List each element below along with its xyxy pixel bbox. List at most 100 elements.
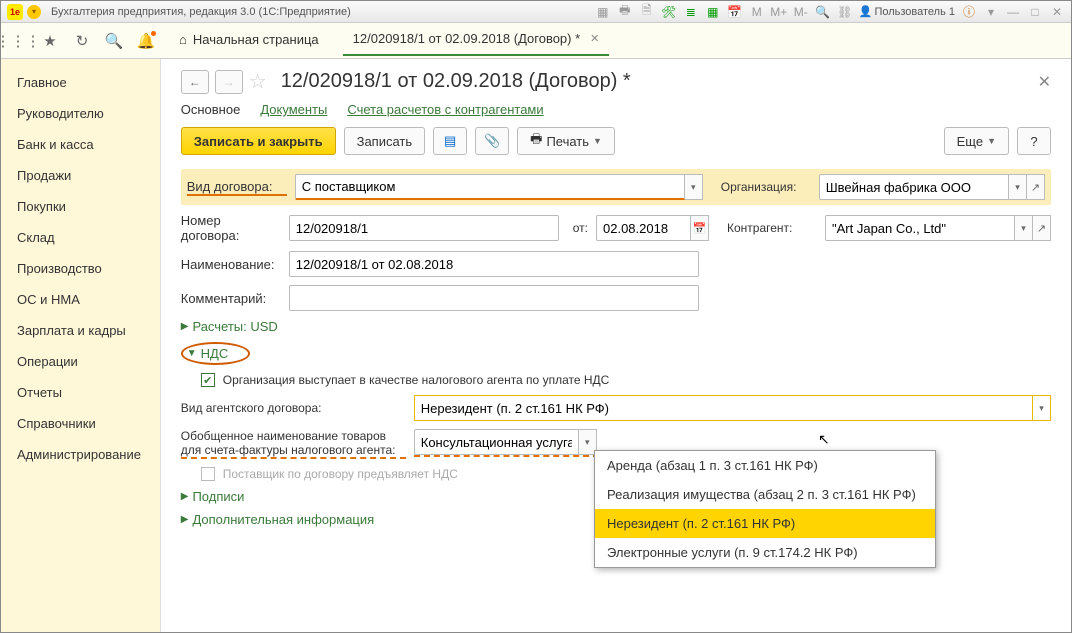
sidebar-item-main[interactable]: Главное	[1, 67, 160, 98]
subtab-accounts[interactable]: Счета расчетов с контрагентами	[347, 102, 543, 117]
info-icon[interactable]: ⓘ	[961, 4, 977, 20]
org-input[interactable]	[819, 174, 1009, 200]
agent-type-dropdown: Аренда (абзац 1 п. 3 ст.161 НК РФ) Реали…	[594, 450, 936, 568]
tab-home[interactable]: ⌂ Начальная страница	[169, 26, 329, 55]
calculator-icon[interactable]: ▦	[705, 4, 721, 20]
agent-type-drop[interactable]: ▾	[1032, 396, 1050, 420]
subtab-main[interactable]: Основное	[181, 102, 241, 117]
sidebar-item-operations[interactable]: Операции	[1, 346, 160, 377]
sidebar-item-production[interactable]: Производство	[1, 253, 160, 284]
goods-input[interactable]	[414, 429, 579, 455]
print-button[interactable]: 🖶Печать▼	[517, 127, 615, 155]
sidebar: Главное Руководителю Банк и касса Продаж…	[1, 59, 161, 632]
supplier-nds-checkbox[interactable]: ✔	[201, 467, 215, 481]
goods-label-2: для счета-фактуры налогового агента:	[181, 443, 406, 459]
dropdown-item-eservices[interactable]: Электронные услуги (п. 9 ст.174.2 НК РФ)	[595, 538, 935, 567]
help-button[interactable]: ?	[1017, 127, 1051, 155]
home-icon: ⌂	[179, 32, 187, 47]
sidebar-item-hr[interactable]: Зарплата и кадры	[1, 315, 160, 346]
m-icon[interactable]: M	[749, 4, 765, 20]
form-icon: ▤	[444, 133, 456, 149]
tab-document-label: 12/020918/1 от 02.09.2018 (Договор) *	[353, 31, 581, 46]
dropdown-icon[interactable]: ▾	[983, 4, 999, 20]
close-icon[interactable]: ✕	[1049, 4, 1065, 20]
name-input[interactable]	[289, 251, 699, 277]
star-icon[interactable]: ★	[41, 32, 59, 50]
counter-open[interactable]: ↗	[1033, 215, 1051, 241]
from-date-input[interactable]	[596, 215, 691, 241]
link-icon[interactable]: ⛓	[837, 4, 853, 20]
subtab-docs[interactable]: Документы	[260, 102, 327, 117]
titlebar: 1e ▾ Бухгалтерия предприятия, редакция 3…	[1, 1, 1071, 23]
sidebar-item-sales[interactable]: Продажи	[1, 160, 160, 191]
contract-type-input[interactable]	[295, 174, 685, 200]
tab-home-label: Начальная страница	[193, 32, 319, 47]
m-plus-icon[interactable]: M+	[771, 4, 787, 20]
sidebar-item-reports[interactable]: Отчеты	[1, 377, 160, 408]
panel-icon[interactable]: ▦	[595, 4, 611, 20]
sidebar-item-purchases[interactable]: Покупки	[1, 191, 160, 222]
back-button[interactable]: ←	[181, 70, 209, 94]
app-menu-dropdown[interactable]: ▾	[27, 5, 41, 19]
user-icon: 👤	[859, 5, 873, 18]
agent-type-label: Вид агентского договора:	[181, 401, 406, 415]
num-input[interactable]	[289, 215, 559, 241]
name-label: Наименование:	[181, 257, 281, 272]
supplier-nds-label: Поставщик по договору предъявляет НДС	[223, 467, 458, 481]
sidebar-item-admin[interactable]: Администрирование	[1, 439, 160, 470]
favorite-star[interactable]: ☆	[249, 69, 267, 94]
user-menu[interactable]: 👤 Пользователь 1	[859, 5, 955, 18]
nds-agent-checkbox[interactable]: ✔	[201, 373, 215, 387]
sidebar-item-refs[interactable]: Справочники	[1, 408, 160, 439]
attach-button[interactable]: 📎	[475, 127, 509, 155]
print-icon[interactable]: 🖶	[617, 4, 633, 20]
contract-type-drop[interactable]: ▾	[685, 174, 703, 200]
bell-icon[interactable]: 🔔	[137, 32, 155, 50]
history-icon[interactable]: ↻	[73, 32, 91, 50]
document-title: 12/020918/1 от 02.09.2018 (Договор) *	[281, 70, 631, 93]
tools-icon[interactable]: 🛠	[661, 4, 677, 20]
calendar-icon[interactable]: 📅	[727, 4, 743, 20]
calc-expand[interactable]: ▶Расчеты: USD	[181, 319, 1051, 334]
org-open[interactable]: ↗	[1027, 174, 1045, 200]
sidebar-item-manager[interactable]: Руководителю	[1, 98, 160, 129]
org-label: Организация:	[721, 180, 811, 194]
comment-label: Комментарий:	[181, 291, 281, 306]
sidebar-item-bank[interactable]: Банк и касса	[1, 129, 160, 160]
write-close-button[interactable]: Записать и закрыть	[181, 127, 336, 155]
comment-input[interactable]	[289, 285, 699, 311]
document-icon[interactable]: 🗎	[639, 4, 655, 20]
zoom-icon[interactable]: 🔍	[815, 4, 831, 20]
clip-icon: 📎	[484, 133, 500, 149]
calendar-button[interactable]: 📅	[691, 215, 709, 241]
nds-expand[interactable]: ▼НДС	[187, 346, 229, 361]
logo-1c: 1e	[7, 4, 23, 20]
goods-label-1: Обобщенное наименование товаров	[181, 429, 406, 443]
dropdown-item-realization[interactable]: Реализация имущества (абзац 2 п. 3 ст.16…	[595, 480, 935, 509]
counter-input[interactable]	[825, 215, 1015, 241]
close-document[interactable]: ✕	[1038, 72, 1051, 92]
counter-label: Контрагент:	[727, 221, 817, 235]
app-title: Бухгалтерия предприятия, редакция 3.0 (1…	[51, 6, 351, 18]
maximize-icon[interactable]: □	[1027, 4, 1043, 20]
more-button[interactable]: Еще▼	[944, 127, 1009, 155]
forward-button[interactable]: →	[215, 70, 243, 94]
minimize-icon[interactable]: —	[1005, 4, 1021, 20]
sidebar-item-assets[interactable]: ОС и НМА	[1, 284, 160, 315]
agent-type-select[interactable]: ▾	[414, 395, 1051, 421]
tab-document[interactable]: 12/020918/1 от 02.09.2018 (Договор) * ✕	[343, 25, 610, 56]
dropdown-item-rent[interactable]: Аренда (абзац 1 п. 3 ст.161 НК РФ)	[595, 451, 935, 480]
tab-close-icon[interactable]: ✕	[590, 32, 599, 45]
org-drop[interactable]: ▾	[1009, 174, 1027, 200]
search-icon[interactable]: 🔍	[105, 32, 123, 50]
form-button[interactable]: ▤	[433, 127, 467, 155]
m-minus-icon[interactable]: M-	[793, 4, 809, 20]
write-button[interactable]: Записать	[344, 127, 426, 155]
counter-drop[interactable]: ▾	[1015, 215, 1033, 241]
list-icon[interactable]: ≣	[683, 4, 699, 20]
apps-icon[interactable]: ⋮⋮⋮	[9, 32, 27, 50]
contract-type-label: Вид договора:	[187, 179, 287, 196]
dropdown-item-nonresident[interactable]: Нерезидент (п. 2 ст.161 НК РФ)	[595, 509, 935, 538]
agent-type-input[interactable]	[415, 396, 1032, 420]
sidebar-item-warehouse[interactable]: Склад	[1, 222, 160, 253]
